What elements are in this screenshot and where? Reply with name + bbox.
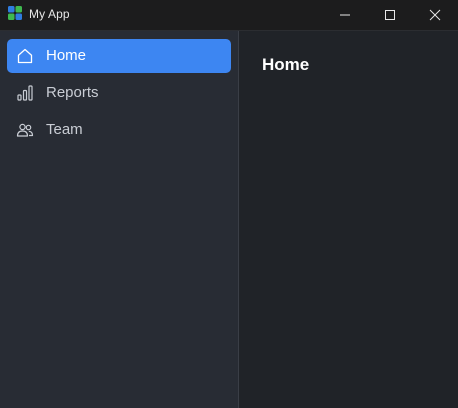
sidebar-item-label: Reports [46, 84, 99, 101]
sidebar-item-home[interactable]: Home [7, 39, 231, 73]
app-window: My App Home Reports Team Home [0, 0, 458, 408]
sidebar-item-label: Team [46, 121, 83, 138]
sidebar: Home Reports Team [0, 31, 239, 408]
sidebar-item-label: Home [46, 47, 87, 64]
sidebar-item-reports[interactable]: Reports [7, 76, 231, 110]
close-button[interactable] [412, 0, 458, 30]
minimize-button[interactable] [322, 0, 368, 30]
home-icon [17, 48, 33, 64]
bar-chart-icon [17, 85, 33, 101]
people-icon [16, 123, 34, 137]
close-icon [429, 9, 441, 21]
maximize-icon [385, 10, 395, 20]
app-logo-icon [8, 6, 22, 20]
sidebar-item-team[interactable]: Team [7, 113, 231, 147]
minimize-icon [340, 14, 350, 16]
title-bar[interactable]: My App [0, 0, 458, 31]
main-content: Home [240, 31, 458, 408]
maximize-button[interactable] [367, 0, 413, 30]
window-title: My App [29, 7, 70, 21]
page-title: Home [262, 55, 310, 74]
